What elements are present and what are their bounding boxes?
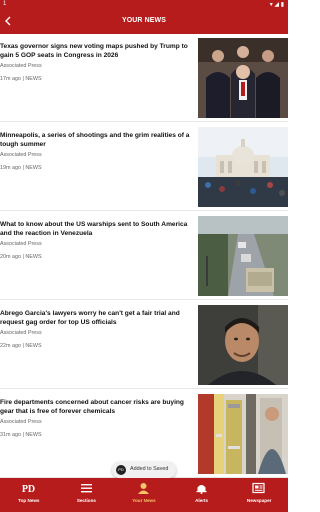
- article-category: NEWS: [25, 76, 42, 82]
- article-age: 19m ago: [0, 165, 21, 171]
- article-item[interactable]: What to know about the US warships sent …: [0, 212, 288, 300]
- saved-toast: PD Added to Saved: [112, 462, 176, 478]
- article-age: 31m ago: [0, 432, 21, 438]
- article-meta: 31m ago | NEWS: [0, 432, 192, 438]
- article-source: Associated Press: [0, 152, 42, 158]
- article-source: Associated Press: [0, 330, 42, 336]
- article-thumbnail[interactable]: [198, 216, 288, 296]
- tab-your-news[interactable]: Your News: [115, 478, 173, 512]
- article-category: NEWS: [25, 432, 42, 438]
- article-headline[interactable]: Minneapolis, a series of shootings and t…: [0, 131, 192, 149]
- article-thumbnail[interactable]: [198, 394, 288, 474]
- status-icons: ▾ ◢ ▮: [269, 2, 284, 8]
- article-source: Associated Press: [0, 63, 42, 69]
- article-meta: 20m ago | NEWS: [0, 254, 192, 260]
- tab-label: Sections: [76, 498, 96, 503]
- article-meta: 17m ago | NEWS: [0, 76, 192, 82]
- article-age: 17m ago: [0, 76, 21, 82]
- article-headline[interactable]: Texas governor signs new voting maps pus…: [0, 42, 192, 60]
- page-title: YOUR NEWS: [121, 17, 167, 24]
- article-thumbnail[interactable]: [198, 38, 288, 118]
- tab-label: Alerts: [195, 498, 209, 503]
- article-item[interactable]: Minneapolis, a series of shootings and t…: [0, 123, 288, 211]
- tab-label: Top News: [18, 498, 40, 503]
- menu-icon: [80, 484, 92, 493]
- article-category: NEWS: [25, 165, 42, 171]
- toast-message: Added to Saved: [130, 466, 169, 472]
- article-thumbnail[interactable]: [198, 305, 288, 385]
- tab-label: Newspaper: [246, 498, 272, 503]
- toast-badge: PD: [116, 465, 126, 475]
- bell-icon: [196, 485, 207, 494]
- bottom-navigation: PD Top News Sections Your News Alerts Ne…: [0, 478, 288, 512]
- article-text[interactable]: Texas governor signs new voting maps pus…: [0, 42, 192, 82]
- tab-sections[interactable]: Sections: [58, 478, 116, 512]
- article-age: 20m ago: [0, 254, 21, 260]
- article-meta: 22m ago | NEWS: [0, 343, 192, 349]
- article-source: Associated Press: [0, 419, 42, 425]
- article-thumbnail[interactable]: [198, 127, 288, 207]
- person-icon: [138, 483, 150, 494]
- article-headline[interactable]: Fire departments concerned about cancer …: [0, 398, 192, 416]
- pd-logo-icon: PD: [22, 484, 35, 494]
- article-text[interactable]: What to know about the US warships sent …: [0, 220, 192, 260]
- status-time: 1: [3, 1, 7, 7]
- article-text[interactable]: Minneapolis, a series of shootings and t…: [0, 131, 192, 171]
- article-item[interactable]: Abrego Garcia's lawyers worry he can't g…: [0, 301, 288, 389]
- article-text[interactable]: Fire departments concerned about cancer …: [0, 398, 192, 438]
- tab-label: Your News: [132, 498, 156, 503]
- tab-newspaper[interactable]: Newspaper: [230, 478, 288, 512]
- article-age: 22m ago: [0, 343, 21, 349]
- article-text[interactable]: Abrego Garcia's lawyers worry he can't g…: [0, 309, 192, 349]
- news-feed[interactable]: Texas governor signs new voting maps pus…: [0, 34, 288, 478]
- tab-alerts[interactable]: Alerts: [173, 478, 231, 512]
- article-headline[interactable]: What to know about the US warships sent …: [0, 220, 192, 238]
- svg-text:PD: PD: [22, 484, 35, 494]
- status-bar: 1 ▾ ◢ ▮: [0, 0, 288, 10]
- top-app-bar: YOUR NEWS: [0, 10, 288, 34]
- article-category: NEWS: [25, 254, 42, 260]
- article-source: Associated Press: [0, 241, 42, 247]
- newspaper-icon: [252, 482, 265, 494]
- tab-top-news[interactable]: PD Top News: [0, 478, 58, 512]
- article-item[interactable]: Texas governor signs new voting maps pus…: [0, 34, 288, 122]
- article-headline[interactable]: Abrego Garcia's lawyers worry he can't g…: [0, 309, 192, 327]
- article-meta: 19m ago | NEWS: [0, 165, 192, 171]
- article-category: NEWS: [25, 343, 42, 349]
